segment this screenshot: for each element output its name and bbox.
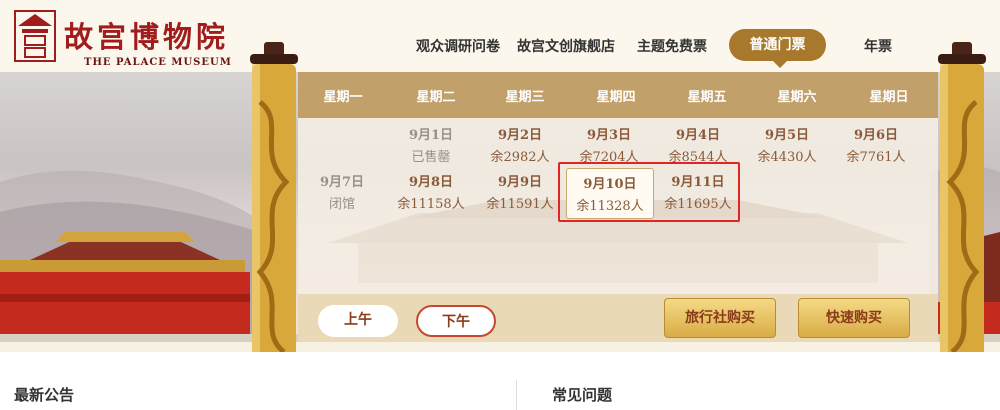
calendar-day-remaining: 余4430人: [757, 150, 817, 165]
calendar-day-remaining: 余7761人: [846, 150, 906, 165]
weekday-thu: 星期四: [596, 90, 636, 105]
calendar-day[interactable]: 9月9日 余11591人: [476, 171, 564, 212]
calendar-day-remaining: 余11591人: [486, 197, 554, 212]
calendar-day-remaining: 余2982人: [490, 150, 550, 165]
weekday-sat: 星期六: [777, 90, 817, 105]
calendar-day: 9月7日 闭馆: [298, 171, 386, 212]
calendar-day[interactable]: 9月4日 余8544人: [654, 124, 742, 165]
calendar-day-date: 9月1日: [408, 128, 454, 143]
calendar-day[interactable]: 9月5日 余4430人: [743, 124, 831, 165]
calendar-day-date: 9月9日: [497, 175, 543, 190]
logo-title: 故宫博物院: [64, 20, 230, 54]
page-footer: 最新公告 常见问题: [0, 352, 1000, 410]
weekday-header: 星期一 星期二 星期三 星期四 星期五 星期六 星期日: [298, 72, 938, 118]
nav-free-theme-ticket[interactable]: 主题免费票: [637, 36, 707, 56]
calendar-day-remaining: 闭馆: [328, 197, 355, 212]
nav-survey[interactable]: 观众调研问卷: [416, 36, 500, 56]
calendar-day-date: 9月3日: [586, 128, 632, 143]
calendar-day[interactable]: 9月2日 余2982人: [476, 124, 564, 165]
calendar-day-date: 9月6日: [853, 128, 899, 143]
calendar-day-date: 9月5日: [764, 128, 810, 143]
calendar-day-date: 9月7日: [319, 175, 365, 190]
calendar-day-date: 9月8日: [408, 175, 454, 190]
palace-museum-logo-icon: [14, 10, 56, 62]
session-pm-button[interactable]: 下午: [416, 305, 496, 337]
calendar-day[interactable]: 9月8日 余11158人: [387, 171, 475, 212]
calendar-day[interactable]: 9月3日 余7204人: [565, 124, 653, 165]
nav-general-ticket[interactable]: 普通门票: [729, 29, 826, 68]
weekday-tue: 星期二: [416, 90, 456, 105]
weekday-fri: 星期五: [687, 90, 727, 105]
selection-highlight-box: [558, 162, 740, 222]
weekday-mon: 星期一: [323, 90, 363, 105]
faq-heading[interactable]: 常见问题: [552, 384, 612, 405]
weekday-wed: 星期三: [505, 90, 545, 105]
right-scroll-roller-icon: [938, 42, 986, 396]
logo-subtitle: THE PALACE MUSEUM: [84, 57, 232, 68]
nav-annual-ticket[interactable]: 年票: [864, 36, 892, 56]
calendar-day[interactable]: 9月6日 余7761人: [832, 124, 920, 165]
calendar-day-remaining: 余11158人: [397, 197, 465, 212]
nav-creative-store[interactable]: 故宫文创旗舰店: [517, 36, 615, 56]
left-scroll-roller-icon: [250, 42, 298, 396]
quick-buy-button[interactable]: 快速购买: [798, 298, 910, 338]
announcements-heading[interactable]: 最新公告: [14, 384, 74, 405]
calendar-day: 9月1日 已售罄: [387, 124, 475, 165]
calendar-day-date: 9月4日: [675, 128, 721, 143]
session-am-button[interactable]: 上午: [318, 305, 398, 337]
weekday-sun: 星期日: [869, 90, 909, 105]
footer-divider: [516, 380, 517, 410]
calendar-day-date: 9月2日: [497, 128, 543, 143]
travel-agency-buy-button[interactable]: 旅行社购买: [664, 298, 776, 338]
site-header: 故宫博物院 THE PALACE MUSEUM 观众调研问卷 故宫文创旗舰店 主…: [0, 0, 1000, 72]
calendar-day-remaining: 已售罄: [411, 150, 451, 165]
